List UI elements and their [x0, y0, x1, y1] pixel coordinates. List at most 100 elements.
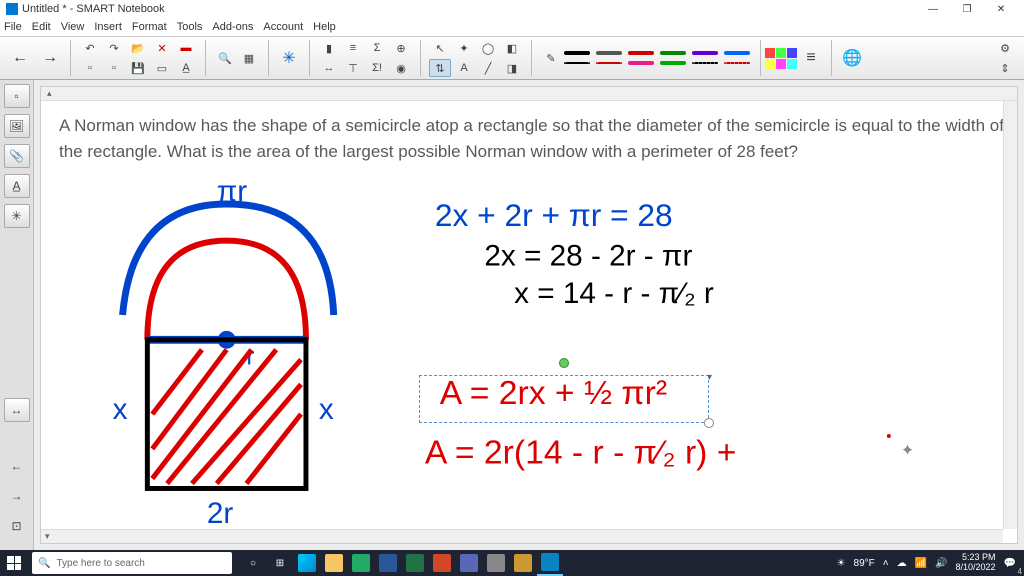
menu-view[interactable]: View	[61, 21, 85, 33]
close-button[interactable]: ✕	[984, 0, 1018, 18]
menu-tools[interactable]: Tools	[177, 21, 203, 33]
weather-temp[interactable]: 89°F	[854, 558, 875, 569]
menu-insert[interactable]: Insert	[94, 21, 122, 33]
pointer-button[interactable]: ↖	[429, 39, 451, 57]
weather-icon[interactable]: ☀	[837, 558, 846, 569]
erase2-button[interactable]: ◨	[501, 59, 523, 77]
tray-volume-icon[interactable]: 🔊	[935, 558, 947, 569]
canvas[interactable]: ▴ A Norman window has the shape of a sem…	[40, 86, 1018, 544]
taskbar-search[interactable]: 🔍 Type here to search	[32, 552, 232, 574]
pen-dot1[interactable]	[692, 59, 720, 67]
pen-lime[interactable]	[660, 59, 688, 67]
collapse-button[interactable]: ⇕	[994, 59, 1016, 77]
task-store[interactable]	[348, 550, 374, 576]
new-page-button[interactable]: ▫	[79, 59, 101, 77]
plus-button[interactable]: ⊕	[390, 39, 412, 57]
rotate-handle[interactable]	[559, 358, 569, 368]
move-button[interactable]: ⇅	[429, 59, 451, 77]
menu-addons[interactable]: Add-ons	[212, 21, 253, 33]
scroll-right[interactable]	[1003, 101, 1017, 529]
prev-page-button[interactable]: ←	[6, 40, 34, 76]
magic-button[interactable]: ✦	[453, 39, 475, 57]
shape-button[interactable]: ◯	[477, 39, 499, 57]
page-sorter-tab[interactable]: ▫	[4, 84, 30, 108]
pen-dot2[interactable]	[724, 59, 752, 67]
task-edge[interactable]	[294, 550, 320, 576]
task-app2[interactable]	[483, 550, 509, 576]
pen-button[interactable]: ✎	[540, 40, 562, 76]
web-button[interactable]: 🌐	[838, 40, 866, 76]
delete-button[interactable]: ✕	[151, 39, 173, 57]
addons-tab[interactable]: ✳	[4, 204, 30, 228]
chart-button[interactable]: ▮	[318, 39, 340, 57]
redo-button[interactable]: ↷	[103, 39, 125, 57]
pen-dash1[interactable]	[564, 59, 592, 67]
math-tools: ▮ ≡ Σ ⊕ ↔ ⊤ Σ! ◉	[316, 37, 414, 79]
task-ppt[interactable]	[429, 550, 455, 576]
menu-help[interactable]: Help	[313, 21, 336, 33]
task-explorer[interactable]	[321, 550, 347, 576]
scroll-bottom[interactable]: ▾	[41, 529, 1003, 543]
menu-file[interactable]: File	[4, 21, 22, 33]
pen-green[interactable]	[660, 49, 688, 57]
task-view[interactable]: ⊞	[267, 550, 293, 576]
selection-box[interactable]: ▾	[419, 375, 709, 423]
text-button[interactable]: A	[453, 59, 475, 77]
menu-edit[interactable]: Edit	[32, 21, 51, 33]
dist-h-button[interactable]: ↔	[318, 59, 340, 77]
props-tab[interactable]: A̲	[4, 174, 30, 198]
gear-button[interactable]: ⚙	[994, 39, 1016, 57]
pen-dash2[interactable]	[596, 59, 624, 67]
tray-cloud-icon[interactable]: ☁	[897, 558, 907, 569]
menu-format[interactable]: Format	[132, 21, 167, 33]
align-button[interactable]: ≡	[342, 39, 364, 57]
eraser-button[interactable]: ◧	[501, 39, 523, 57]
clear-button[interactable]: ▬	[175, 39, 197, 57]
pen-red[interactable]	[628, 49, 656, 57]
line-button[interactable]: ╱	[477, 59, 499, 77]
save-button[interactable]: 💾	[127, 59, 149, 77]
properties-button[interactable]: ≡	[797, 40, 825, 76]
task-app1[interactable]	[456, 550, 482, 576]
sigma-button[interactable]: Σ	[366, 39, 388, 57]
attach-tab[interactable]: 📎	[4, 144, 30, 168]
menu-account[interactable]: Account	[263, 21, 303, 33]
open-button[interactable]: 📂	[127, 39, 149, 57]
color-picker-button[interactable]	[767, 40, 795, 76]
tray-up-icon[interactable]: ˄	[883, 558, 889, 569]
dist-v-button[interactable]: ⊤	[342, 59, 364, 77]
addon-button[interactable]: ✳	[275, 40, 303, 76]
tray-wifi-icon[interactable]: 📶	[915, 558, 927, 569]
sigma2-button[interactable]: Σ!	[366, 59, 388, 77]
pen-black[interactable]	[564, 49, 592, 57]
next-page-button[interactable]: →	[36, 40, 64, 76]
minimize-button[interactable]: —	[916, 0, 950, 18]
notification-icon[interactable]: 💬	[1004, 558, 1016, 569]
gallery-tab[interactable]: 🖼	[4, 114, 30, 138]
page-up-button[interactable]: ←	[4, 454, 30, 478]
maximize-button[interactable]: ❐	[950, 0, 984, 18]
pen-purple[interactable]	[692, 49, 720, 57]
start-button[interactable]	[0, 550, 28, 576]
task-cortana[interactable]: ○	[240, 550, 266, 576]
circles-button[interactable]: ◉	[390, 59, 412, 77]
grid-button[interactable]: ▦	[238, 49, 260, 67]
pen-gray[interactable]	[596, 49, 624, 57]
task-excel[interactable]	[402, 550, 428, 576]
undo-button[interactable]: ↶	[79, 39, 101, 57]
screen-button[interactable]: ▭	[151, 59, 173, 77]
text-a-button[interactable]: A̲	[175, 59, 197, 77]
zoom-button[interactable]: 🔍	[214, 49, 236, 67]
task-smart[interactable]	[537, 550, 563, 576]
clock[interactable]: 5:23 PM 8/10/2022	[956, 553, 996, 573]
menu-handle[interactable]: ▾	[707, 372, 712, 383]
page-down-button[interactable]: →	[4, 484, 30, 508]
pen-blue[interactable]	[724, 49, 752, 57]
hsplit-button[interactable]: ↔	[4, 398, 30, 422]
pen-pink[interactable]	[628, 59, 656, 67]
resize-handle[interactable]	[704, 418, 714, 428]
task-app3[interactable]	[510, 550, 536, 576]
paste-button[interactable]: ▫	[103, 59, 125, 77]
fit-button[interactable]: ⊡	[4, 514, 30, 538]
task-word[interactable]	[375, 550, 401, 576]
